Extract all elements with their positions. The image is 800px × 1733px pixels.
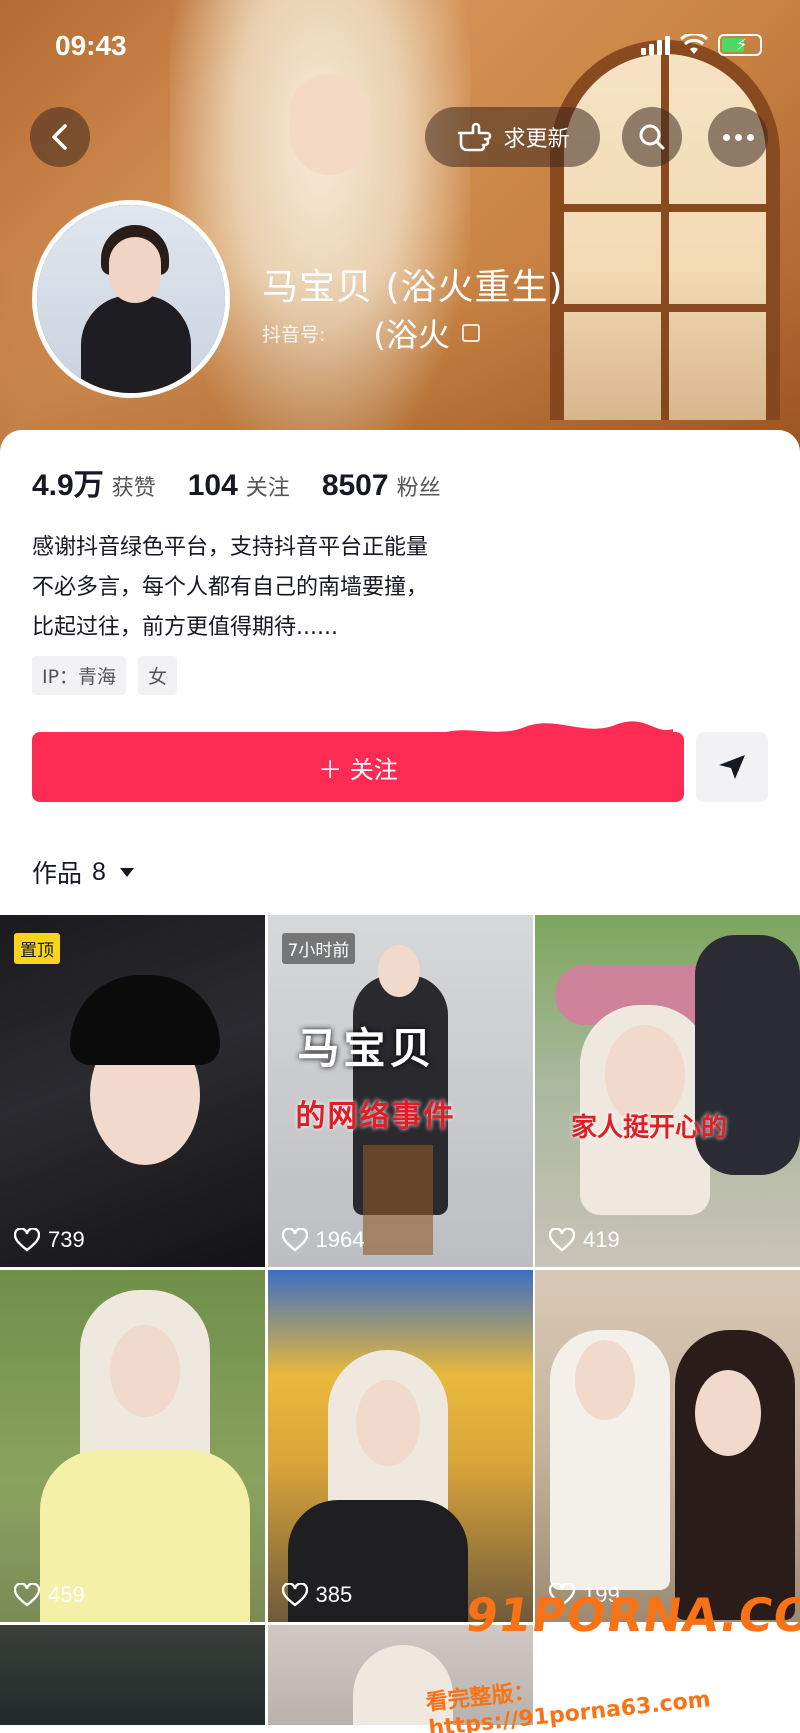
follow-label: ＋ 关注: [318, 755, 398, 784]
tab-works[interactable]: 作品 8: [32, 854, 134, 890]
caret-down-icon: [119, 867, 134, 877]
request-update-label: 求更新: [503, 127, 570, 152]
watermark: 91PORNA.COM 看完整版：https://91porna63.com: [425, 1580, 800, 1733]
search-icon: [639, 124, 665, 150]
like-count: 385: [281, 1582, 352, 1608]
stat-value: 4.9万: [32, 469, 104, 502]
profile-id-label: 抖音号:: [262, 323, 326, 346]
chevron-left-icon: [52, 124, 67, 150]
watermark-logo: 91PORNA.COM: [462, 1588, 800, 1642]
stat-following[interactable]: 104 关注: [188, 469, 290, 503]
profile-name: 马宝贝 (浴火重生): [262, 267, 564, 308]
video-thumbnail[interactable]: 385: [267, 1270, 533, 1622]
profile-id: 抖音号: (浴火: [262, 310, 480, 356]
heart-icon: [14, 1583, 40, 1607]
video-thumbnail[interactable]: 7小时前 马宝贝 的网络事件 1964: [267, 915, 533, 1267]
stat-label: 关注: [245, 476, 290, 501]
signal-icon: [641, 35, 670, 55]
stat-value: 8507: [321, 469, 389, 502]
heart-icon: [281, 1583, 308, 1607]
profile-tags: IP：青海 女: [32, 656, 178, 695]
stat-label: 获赞: [111, 476, 156, 501]
stat-likes[interactable]: 4.9万 获赞: [32, 460, 156, 504]
video-thumbnail[interactable]: 家人挺开心的 419: [535, 915, 800, 1267]
like-count: 459: [14, 1582, 85, 1608]
like-count: 739: [14, 1227, 85, 1253]
profile-bio: 感谢抖音绿色平台，支持抖音平台正能量 不必多言，每个人都有自己的南墙要撞， 比起…: [32, 528, 732, 648]
video-overlay-title: 马宝贝: [297, 1024, 436, 1073]
search-button[interactable]: [622, 107, 682, 167]
tag-ip-location: IP：青海: [32, 656, 127, 695]
like-count: 1964: [281, 1227, 364, 1253]
works-label: 作品: [32, 859, 83, 888]
redaction-scribble: [437, 721, 673, 742]
time-badge: 7小时前: [281, 933, 356, 964]
bio-line: 感谢抖音绿色平台，支持抖音平台正能量: [32, 535, 429, 560]
back-button[interactable]: [30, 107, 90, 167]
heart-icon: [549, 1228, 575, 1252]
heart-icon: [14, 1228, 40, 1252]
video-overlay-subtitle: 的网络事件: [295, 1099, 456, 1134]
like-count: 419: [549, 1227, 620, 1253]
video-thumbnail[interactable]: [0, 1625, 265, 1725]
tag-gender: 女: [138, 656, 178, 695]
status-time: 09:43: [55, 30, 127, 61]
pointing-hand-icon: [458, 122, 492, 152]
copy-icon[interactable]: [461, 324, 480, 342]
wifi-icon: [680, 34, 708, 54]
request-update-button[interactable]: 求更新: [425, 107, 600, 167]
profile-stats: 4.9万 获赞 104 关注 8507 粉丝: [32, 460, 473, 504]
pinned-badge: 置顶: [14, 933, 60, 964]
stat-value: 104: [187, 469, 238, 502]
bio-line: 比起过往，前方更值得期待......: [32, 615, 338, 640]
avatar[interactable]: [32, 200, 230, 398]
video-overlay-caption: 家人挺开心的: [571, 1113, 728, 1143]
stat-label: 粉丝: [396, 476, 441, 501]
more-icon: [722, 133, 754, 141]
more-button[interactable]: [708, 107, 768, 167]
stat-followers[interactable]: 8507 粉丝: [322, 469, 441, 503]
status-icons: ⚡: [641, 34, 762, 56]
send-icon: [719, 755, 745, 779]
battery-icon: ⚡: [718, 34, 762, 56]
video-thumbnail[interactable]: 199: [535, 1270, 800, 1622]
status-bar: 09:43 ⚡: [0, 0, 800, 95]
video-thumbnail[interactable]: 置顶 739: [0, 915, 265, 1267]
video-thumbnail[interactable]: 459: [0, 1270, 265, 1622]
share-button[interactable]: [696, 732, 768, 802]
bio-line: 不必多言，每个人都有自己的南墙要撞，: [32, 575, 429, 600]
profile-cover: 09:43 ⚡ 求更新 马宝贝 (浴火重生) 抖音号: (浴火: [0, 0, 800, 470]
profile-id-value: (浴火: [373, 316, 450, 354]
works-count: 8: [92, 857, 106, 886]
heart-icon: [281, 1228, 308, 1252]
